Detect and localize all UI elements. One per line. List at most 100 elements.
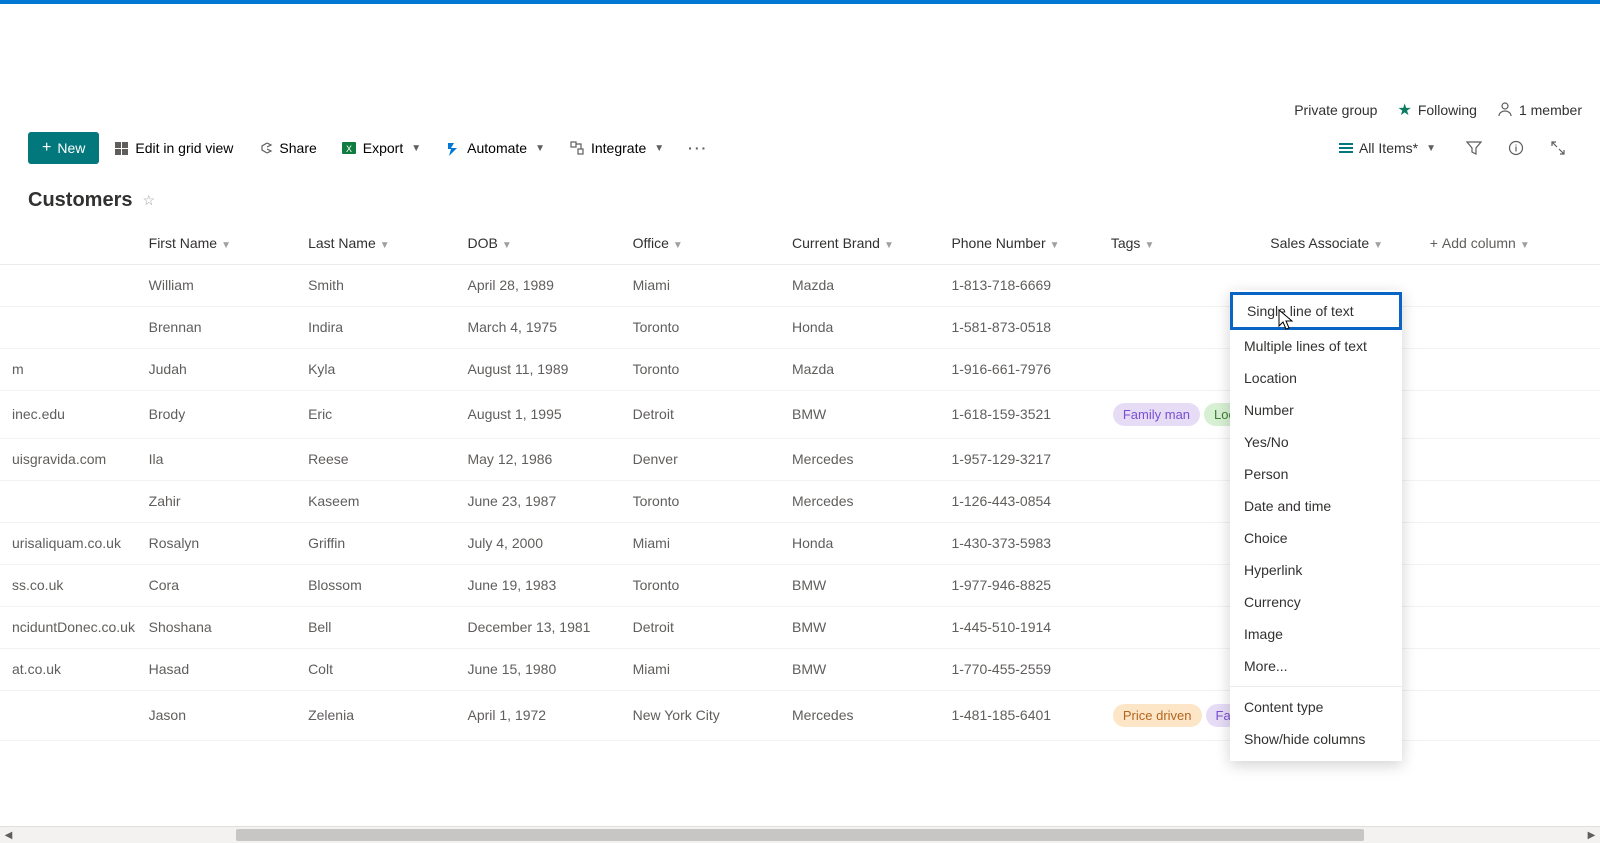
share-button[interactable]: Share xyxy=(247,134,326,162)
dropdown-item[interactable]: Location xyxy=(1230,362,1402,394)
integrate-icon xyxy=(569,140,585,156)
dropdown-divider xyxy=(1230,686,1402,687)
horizontal-scrollbar[interactable]: ◀ ▶ xyxy=(0,826,1600,843)
column-dob[interactable]: DOB▼ xyxy=(455,222,620,264)
cell-dob: June 15, 1980 xyxy=(455,648,620,690)
chevron-down-icon: ▼ xyxy=(380,240,390,251)
cell-dob: August 11, 1989 xyxy=(455,348,620,390)
cell-partial: m xyxy=(0,348,137,390)
automate-button[interactable]: Automate ▼ xyxy=(435,134,555,162)
dropdown-item[interactable]: Multiple lines of text xyxy=(1230,330,1402,362)
filter-button[interactable] xyxy=(1460,134,1488,162)
chevron-down-icon: ▼ xyxy=(1050,240,1060,251)
cell-empty xyxy=(1418,264,1600,306)
chevron-down-icon: ▼ xyxy=(1144,240,1154,251)
dropdown-item[interactable]: Hyperlink xyxy=(1230,554,1402,586)
grid-icon xyxy=(113,140,129,156)
members-count[interactable]: 1 member xyxy=(1497,101,1582,120)
new-button[interactable]: + New xyxy=(28,132,99,164)
integrate-button[interactable]: Integrate ▼ xyxy=(559,134,674,162)
cell-brand: BMW xyxy=(780,564,939,606)
column-phone[interactable]: Phone Number▼ xyxy=(939,222,1098,264)
column-sales-associate[interactable]: Sales Associate▼ xyxy=(1258,222,1417,264)
cell-partial: at.co.uk xyxy=(0,648,137,690)
more-commands[interactable]: ··· xyxy=(678,134,718,162)
header-spacer xyxy=(0,4,1600,94)
cell-last-name: Bell xyxy=(296,606,455,648)
cell-dob: May 12, 1986 xyxy=(455,438,620,480)
dropdown-item[interactable]: Content type xyxy=(1230,691,1402,723)
dropdown-item[interactable]: Number xyxy=(1230,394,1402,426)
dropdown-item[interactable]: Yes/No xyxy=(1230,426,1402,458)
list-title: Customers xyxy=(28,189,132,212)
dropdown-item[interactable]: Image xyxy=(1230,618,1402,650)
cell-last-name: Reese xyxy=(296,438,455,480)
dropdown-item[interactable]: Currency xyxy=(1230,586,1402,618)
scroll-left-arrow[interactable]: ◀ xyxy=(0,827,17,843)
cell-empty xyxy=(1418,438,1600,480)
cell-partial xyxy=(0,690,137,740)
cell-brand: BMW xyxy=(780,648,939,690)
cell-brand: BMW xyxy=(780,390,939,438)
scroll-track[interactable] xyxy=(17,827,1583,843)
dropdown-item[interactable]: Person xyxy=(1230,458,1402,490)
column-tags[interactable]: Tags▼ xyxy=(1099,222,1258,264)
scroll-right-arrow[interactable]: ▶ xyxy=(1583,827,1600,843)
svg-text:X: X xyxy=(346,144,352,154)
cell-partial xyxy=(0,480,137,522)
dropdown-item[interactable]: Show/hide columns xyxy=(1230,723,1402,755)
cell-empty xyxy=(1418,606,1600,648)
dropdown-item[interactable]: Choice xyxy=(1230,522,1402,554)
chevron-down-icon: ▼ xyxy=(673,240,683,251)
column-first-name[interactable]: First Name▼ xyxy=(137,222,296,264)
cell-phone: 1-957-129-3217 xyxy=(939,438,1098,480)
add-column-header[interactable]: +Add column▼ xyxy=(1418,222,1600,264)
cell-dob: June 23, 1987 xyxy=(455,480,620,522)
cell-brand: Mazda xyxy=(780,348,939,390)
view-picker[interactable]: All Items* ▼ xyxy=(1329,134,1446,162)
cell-phone: 1-581-873-0518 xyxy=(939,306,1098,348)
cell-dob: April 1, 1972 xyxy=(455,690,620,740)
chevron-down-icon: ▼ xyxy=(411,143,421,154)
cell-brand: Mercedes xyxy=(780,480,939,522)
cell-phone: 1-618-159-3521 xyxy=(939,390,1098,438)
cell-partial: inec.edu xyxy=(0,390,137,438)
cell-office: Toronto xyxy=(621,564,780,606)
cell-first-name: Zahir xyxy=(137,480,296,522)
cell-empty xyxy=(1418,390,1600,438)
scroll-thumb[interactable] xyxy=(236,829,1364,841)
dropdown-item[interactable]: Date and time xyxy=(1230,490,1402,522)
cell-partial: ss.co.uk xyxy=(0,564,137,606)
cell-dob: June 19, 1983 xyxy=(455,564,620,606)
cell-first-name: Brody xyxy=(137,390,296,438)
cell-brand: Honda xyxy=(780,306,939,348)
cell-empty xyxy=(1418,648,1600,690)
cell-first-name: Judah xyxy=(137,348,296,390)
column-last-name[interactable]: Last Name▼ xyxy=(296,222,455,264)
cell-last-name: Colt xyxy=(296,648,455,690)
cell-dob: August 1, 1995 xyxy=(455,390,620,438)
expand-button[interactable] xyxy=(1544,134,1572,162)
cell-empty xyxy=(1418,306,1600,348)
info-button[interactable] xyxy=(1502,134,1530,162)
cell-partial: uisgravida.com xyxy=(0,438,137,480)
cell-brand: BMW xyxy=(780,606,939,648)
chevron-down-icon: ▼ xyxy=(221,240,231,251)
star-icon: ★ xyxy=(1397,100,1411,120)
favorite-star[interactable]: ☆ xyxy=(142,192,155,209)
dropdown-item[interactable]: Single line of text xyxy=(1230,292,1402,330)
chevron-down-icon: ▼ xyxy=(502,240,512,251)
excel-icon: X xyxy=(341,140,357,156)
dropdown-item[interactable]: More... xyxy=(1230,650,1402,682)
cell-office: Detroit xyxy=(621,390,780,438)
column-current-brand[interactable]: Current Brand▼ xyxy=(780,222,939,264)
cell-last-name: Smith xyxy=(296,264,455,306)
site-header: Private group ★ Following 1 member xyxy=(0,94,1600,126)
export-button[interactable]: X Export ▼ xyxy=(331,134,431,162)
column-office[interactable]: Office▼ xyxy=(621,222,780,264)
privacy-label: Private group xyxy=(1294,102,1377,118)
cell-phone: 1-813-718-6669 xyxy=(939,264,1098,306)
following-toggle[interactable]: ★ Following xyxy=(1397,100,1476,120)
edit-grid-button[interactable]: Edit in grid view xyxy=(103,134,243,162)
column-prev-partial[interactable] xyxy=(0,222,137,264)
